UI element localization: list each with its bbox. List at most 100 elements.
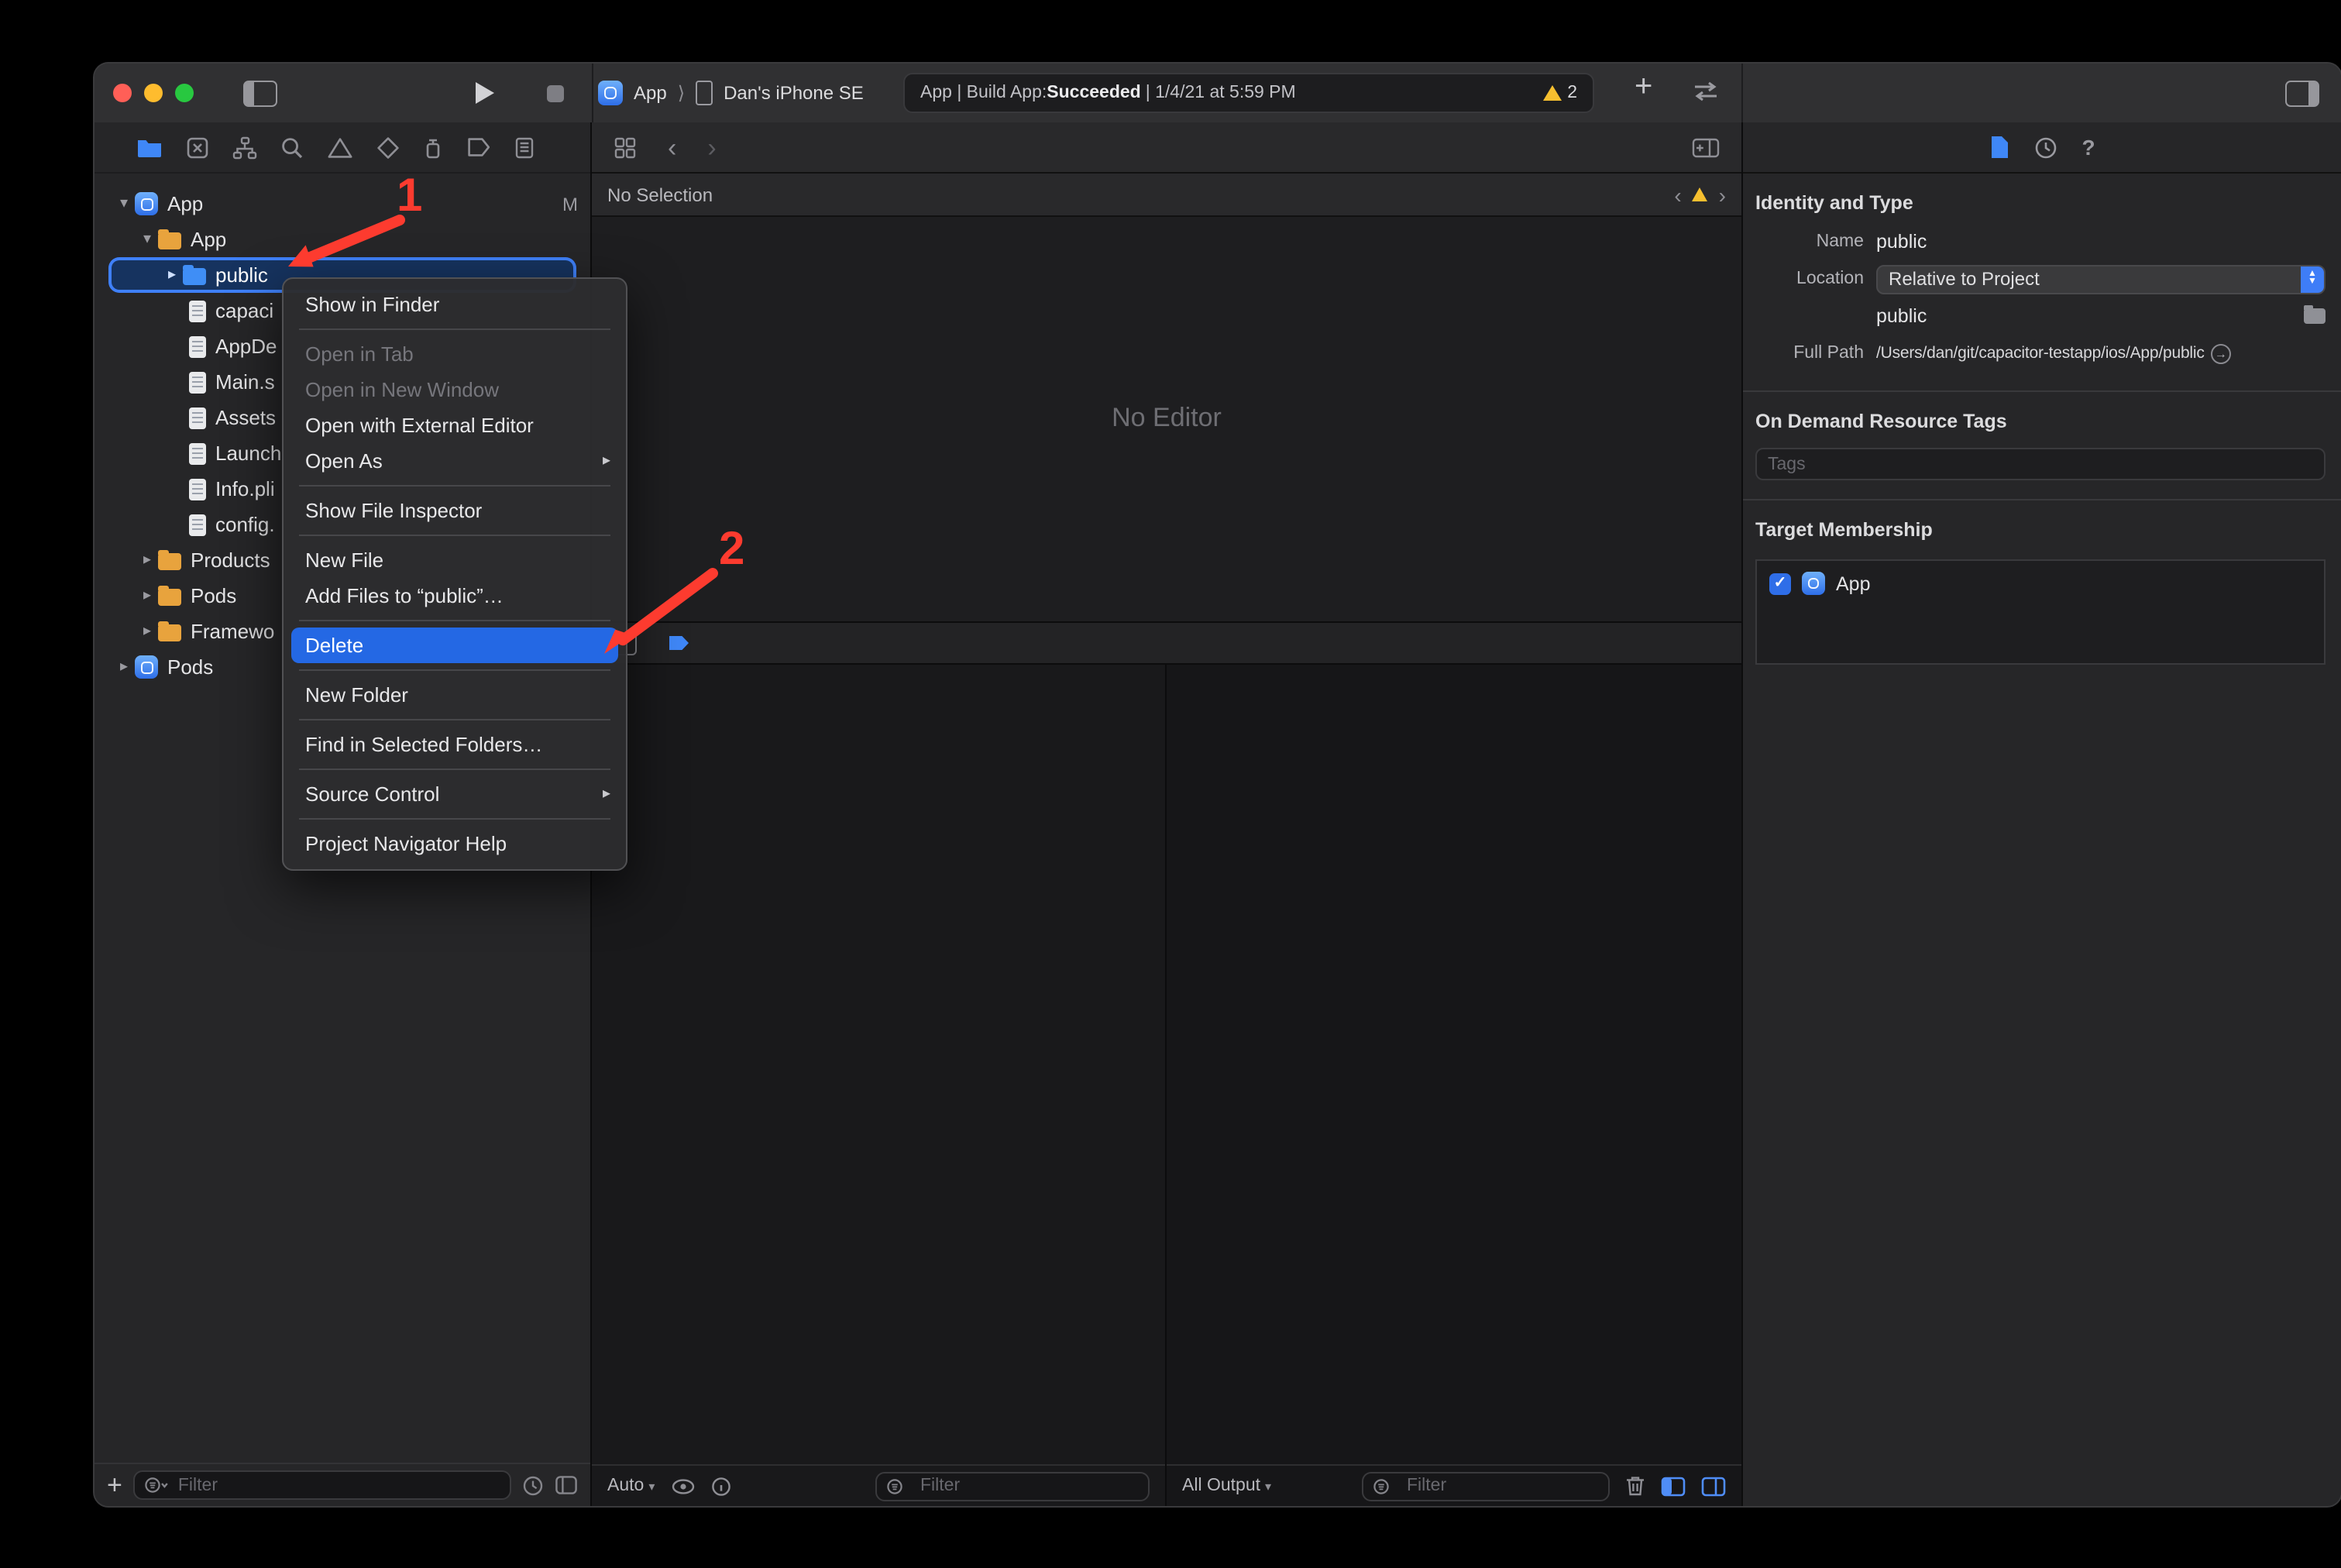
app-target-icon bbox=[1802, 572, 1825, 595]
disclosure-icon[interactable]: ▾ bbox=[113, 195, 135, 212]
target-checkbox[interactable]: ✓ bbox=[1769, 573, 1791, 594]
location-row: Location Relative to Project ▲ ▼ bbox=[1743, 260, 2341, 297]
chevron-down-icon: ▾ bbox=[1265, 1479, 1271, 1493]
menu-separator bbox=[299, 818, 610, 820]
next-issue-button[interactable]: › bbox=[1719, 184, 1726, 205]
file-icon bbox=[189, 442, 206, 464]
tree-row-label: Framewo bbox=[191, 620, 274, 643]
zoom-window-button[interactable] bbox=[175, 84, 194, 102]
navigator-filter-field[interactable] bbox=[133, 1470, 511, 1500]
file-icon bbox=[189, 478, 206, 500]
previous-issue-button[interactable]: ‹ bbox=[1674, 184, 1681, 205]
navigator-filter-bar: + bbox=[95, 1463, 590, 1506]
code-review-button[interactable] bbox=[1690, 81, 1721, 102]
name-label: Name bbox=[1755, 232, 1864, 251]
inspector-toggle-button[interactable] bbox=[2285, 81, 2319, 107]
history-inspector-tab[interactable] bbox=[2033, 136, 2057, 159]
choose-folder-icon[interactable] bbox=[2304, 308, 2326, 324]
full-path-label: Full Path bbox=[1755, 344, 1864, 363]
tree-row-label: Main.s bbox=[215, 370, 275, 394]
console-scope-popup[interactable]: All Output ▾ bbox=[1182, 1477, 1271, 1495]
disclosure-icon[interactable]: ▸ bbox=[113, 658, 135, 676]
annotation-step-1: 1 bbox=[397, 169, 422, 221]
breakpoint-navigator-icon[interactable] bbox=[466, 136, 491, 158]
navigator-filter-input[interactable] bbox=[175, 1474, 500, 1496]
open-in-finder-icon[interactable]: → bbox=[2211, 343, 2231, 363]
related-items-icon[interactable] bbox=[614, 136, 637, 159]
toolbar: App ⟩ Dan's iPhone SE App | Build App: S… bbox=[95, 64, 2341, 124]
tree-row-label: Pods bbox=[167, 655, 213, 679]
identity-section-header: Identity and Type bbox=[1743, 174, 2341, 223]
name-row: Name public bbox=[1743, 223, 2341, 260]
folder-icon bbox=[158, 232, 181, 249]
odr-section-header: On Demand Resource Tags bbox=[1743, 390, 2341, 442]
activity-view[interactable]: App | Build App: Succeeded | 1/4/21 at 5… bbox=[903, 73, 1594, 113]
disclosure-icon[interactable]: ▾ bbox=[136, 231, 158, 248]
source-control-navigator-icon[interactable] bbox=[186, 136, 209, 159]
warning-badge[interactable]: 2 bbox=[1542, 84, 1577, 102]
menu-item-open-as[interactable]: Open As▸ bbox=[284, 443, 626, 479]
target-row[interactable]: ✓ App bbox=[1757, 561, 2324, 606]
source-control-filter-icon[interactable] bbox=[555, 1475, 578, 1495]
report-navigator-icon[interactable] bbox=[514, 136, 535, 159]
scheme-selector[interactable]: App ⟩ Dan's iPhone SE bbox=[598, 81, 864, 105]
menu-item-find-in-selected-folders[interactable]: Find in Selected Folders… bbox=[284, 727, 626, 762]
tags-input[interactable] bbox=[1755, 448, 2326, 480]
submenu-arrow-icon: ▸ bbox=[603, 452, 610, 469]
target-membership-box: ✓ App bbox=[1755, 559, 2326, 665]
menu-item-delete[interactable]: Delete bbox=[291, 628, 618, 663]
menu-item-source-control[interactable]: Source Control▸ bbox=[284, 776, 626, 812]
disclosure-icon[interactable]: ▸ bbox=[136, 587, 158, 604]
console-filter-field[interactable] bbox=[1362, 1471, 1610, 1501]
add-editor-icon[interactable] bbox=[1692, 137, 1720, 157]
close-window-button[interactable] bbox=[113, 84, 132, 102]
quick-help-inspector-tab[interactable]: ? bbox=[2081, 135, 2095, 160]
tree-row-label: capaci bbox=[215, 299, 273, 322]
menu-separator bbox=[299, 669, 610, 671]
menu-item-project-navigator-help[interactable]: Project Navigator Help bbox=[284, 826, 626, 861]
variables-view: Auto ▾ bbox=[592, 665, 1167, 1506]
info-icon[interactable] bbox=[710, 1476, 730, 1496]
forward-button[interactable]: › bbox=[707, 134, 716, 160]
navigator-toggle-button[interactable] bbox=[243, 80, 277, 106]
file-inspector-tab[interactable] bbox=[1989, 135, 2009, 160]
console-filter-input[interactable] bbox=[1404, 1475, 1599, 1497]
folder-icon bbox=[158, 624, 181, 641]
disclosure-icon[interactable]: ▸ bbox=[136, 623, 158, 640]
show-variables-pane-icon[interactable] bbox=[1661, 1476, 1686, 1496]
library-button[interactable]: + bbox=[1635, 70, 1652, 105]
symbol-navigator-icon[interactable] bbox=[232, 136, 257, 159]
add-file-button[interactable]: + bbox=[107, 1470, 122, 1501]
clear-console-trash-icon[interactable] bbox=[1625, 1475, 1645, 1497]
menu-item-new-folder[interactable]: New Folder bbox=[284, 677, 626, 713]
show-console-pane-icon[interactable] bbox=[1701, 1476, 1726, 1496]
variables-scope-popup[interactable]: Auto ▾ bbox=[607, 1477, 655, 1495]
disclosure-icon[interactable]: ▸ bbox=[136, 552, 158, 569]
jump-bar[interactable]: No Selection ‹ › bbox=[592, 174, 1741, 217]
variables-filter-input[interactable] bbox=[917, 1475, 1139, 1497]
tree-row-label: Info.pli bbox=[215, 477, 275, 500]
stop-button[interactable] bbox=[547, 84, 564, 101]
run-destination[interactable]: Dan's iPhone SE bbox=[724, 82, 864, 104]
project-navigator-icon[interactable] bbox=[136, 136, 163, 158]
inspector-tab-bar: ? bbox=[1743, 122, 2341, 174]
name-value[interactable]: public bbox=[1876, 231, 1927, 253]
recent-files-icon[interactable] bbox=[522, 1474, 544, 1496]
scope-label: Auto bbox=[607, 1477, 644, 1495]
back-button[interactable]: ‹ bbox=[668, 134, 676, 160]
run-button[interactable] bbox=[476, 82, 494, 104]
quicklook-eye-icon[interactable] bbox=[670, 1477, 695, 1494]
minimize-window-button[interactable] bbox=[144, 84, 163, 102]
toolbar-divider bbox=[1741, 64, 1743, 122]
annotation-arrow-2: 2 bbox=[573, 511, 775, 674]
disclosure-icon[interactable]: ▸ bbox=[161, 266, 183, 284]
scope-label: All Output bbox=[1182, 1477, 1260, 1495]
annotation-step-2: 2 bbox=[719, 522, 744, 574]
variables-filter-field[interactable] bbox=[875, 1471, 1150, 1501]
scheme-name: App bbox=[634, 82, 667, 104]
target-name: App bbox=[1836, 573, 1871, 594]
menu-item-open-with-external-editor[interactable]: Open with External Editor bbox=[284, 407, 626, 443]
location-popup[interactable]: Relative to Project ▲ ▼ bbox=[1876, 264, 2326, 294]
console-view: All Output ▾ bbox=[1167, 665, 1741, 1506]
warning-count: 2 bbox=[1567, 84, 1577, 102]
